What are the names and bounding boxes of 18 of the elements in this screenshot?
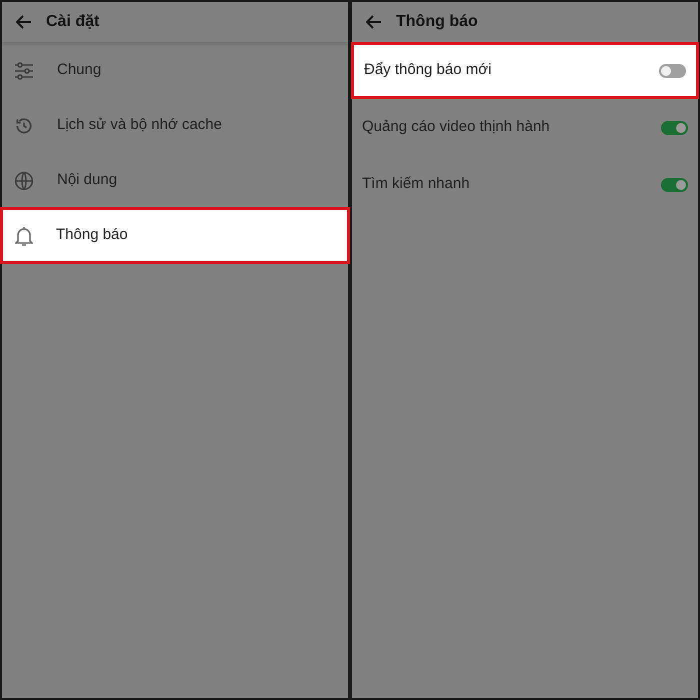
toggle-switch[interactable]	[659, 64, 686, 78]
settings-item[interactable]: Lịch sử và bộ nhớ cache	[2, 98, 348, 153]
toggle-switch[interactable]	[661, 178, 688, 192]
settings-item[interactable]: Thông báo	[0, 207, 350, 264]
settings-item[interactable]: Chung	[2, 43, 348, 98]
notification-setting-row: Đẩy thông báo mới	[351, 42, 699, 99]
toggle-switch[interactable]	[661, 120, 688, 134]
bell-icon	[15, 226, 33, 246]
settings-item[interactable]: Nội dung	[2, 153, 348, 208]
globe-icon	[14, 170, 34, 190]
settings-title: Cài đặt	[46, 12, 100, 32]
history-icon	[14, 116, 34, 136]
notification-setting-row: Tìm kiếm nhanh	[352, 156, 698, 213]
back-icon[interactable]	[16, 15, 32, 29]
notifications-title: Thông báo	[396, 12, 478, 32]
notification-setting-row: Quảng cáo video thịnh hành	[352, 99, 698, 156]
back-icon[interactable]	[366, 15, 382, 29]
sliders-icon	[14, 62, 34, 80]
